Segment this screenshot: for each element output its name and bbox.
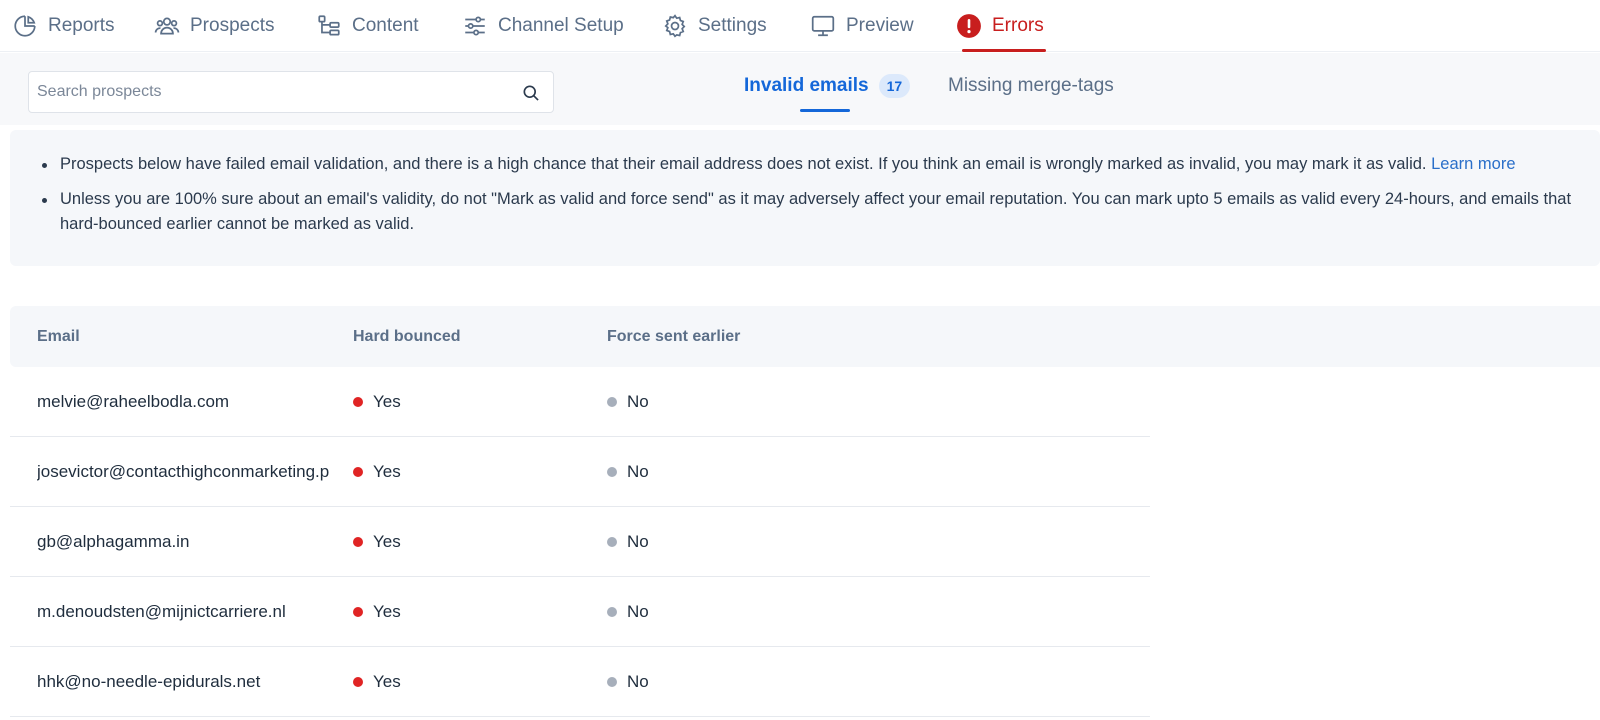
- nav-item-content[interactable]: Content: [316, 0, 419, 52]
- nav-item-preview[interactable]: Preview: [810, 0, 914, 52]
- table-header: Email Hard bounced Force sent earlier: [10, 306, 1600, 367]
- notice-text: Prospects below have failed email valida…: [60, 155, 1427, 173]
- status-dot-gray: [607, 536, 617, 547]
- status-text: Yes: [373, 531, 401, 551]
- force-sent-cell: No: [607, 507, 847, 576]
- nav-item-channel-setup[interactable]: Channel Setup: [462, 0, 624, 52]
- subtab-invalid-emails[interactable]: Invalid emails 17: [744, 60, 911, 112]
- status-text: Yes: [373, 391, 401, 411]
- email-cell: gb@alphagamma.in: [37, 531, 190, 551]
- status-dot-red: [353, 396, 363, 407]
- column-header-email: Email: [37, 327, 80, 345]
- sliders-icon: [465, 16, 485, 36]
- table-row[interactable]: josevictor@contacthighconmarketing.p Yes…: [10, 437, 1150, 507]
- search-icon[interactable]: [521, 83, 541, 103]
- status-dot-red: [353, 676, 363, 687]
- subtab-missing-merge-tags[interactable]: Missing merge-tags: [948, 60, 1114, 112]
- status-text: Yes: [373, 671, 401, 691]
- status-dot-gray: [607, 606, 617, 617]
- status-dot-red: [353, 466, 363, 477]
- nav-label: Preview: [846, 15, 914, 36]
- table-row[interactable]: hhk@no-needle-epidurals.net Yes No: [10, 647, 1150, 717]
- nav-item-settings[interactable]: Settings: [662, 0, 767, 52]
- notice-bullet: Unless you are 100% sure about an email'…: [34, 187, 1580, 237]
- status-text: No: [627, 671, 649, 691]
- validation-notice: Prospects below have failed email valida…: [10, 130, 1600, 266]
- email-cell: hhk@no-needle-epidurals.net: [37, 671, 261, 691]
- monitor-icon: [811, 15, 835, 37]
- nav-label: Errors: [992, 15, 1044, 36]
- notice-text: Unless you are 100% sure about an email'…: [60, 190, 1572, 233]
- active-tab-underline: [962, 49, 1046, 52]
- force-sent-cell: No: [607, 647, 847, 716]
- status-dot-gray: [607, 676, 617, 687]
- force-sent-cell: No: [607, 437, 847, 506]
- status-text: No: [627, 531, 649, 551]
- status-text: Yes: [373, 461, 401, 481]
- force-sent-cell: No: [607, 367, 847, 436]
- search-box[interactable]: [28, 71, 554, 113]
- status-dot-gray: [607, 396, 617, 407]
- count-badge: 17: [878, 74, 911, 98]
- table-row[interactable]: gb@alphagamma.in Yes No: [10, 507, 1150, 577]
- hard-bounced-cell: Yes: [353, 437, 593, 506]
- force-sent-cell: No: [607, 577, 847, 646]
- status-text: No: [627, 391, 649, 411]
- nav-label: Prospects: [190, 15, 275, 36]
- nav-item-errors[interactable]: Errors: [956, 0, 1052, 52]
- search-input[interactable]: [29, 72, 509, 112]
- email-cell: josevictor@contacthighconmarketing.p: [37, 461, 330, 481]
- table-row[interactable]: m.denoudsten@mijnictcarriere.nl Yes No: [10, 577, 1150, 647]
- hard-bounced-cell: Yes: [353, 577, 593, 646]
- nav-label: Settings: [698, 15, 767, 36]
- nav-label: Content: [352, 15, 419, 36]
- column-header-hard-bounced: Hard bounced: [353, 327, 461, 345]
- users-icon: [154, 17, 180, 35]
- subtab-label: Missing merge-tags: [948, 75, 1114, 96]
- gear-icon: [664, 14, 686, 38]
- subtab-label: Invalid emails: [744, 75, 869, 96]
- email-cell: melvie@raheelbodla.com: [37, 391, 230, 411]
- learn-more-link[interactable]: Learn more: [1431, 155, 1515, 173]
- top-navigation: Reports Prospects Content Channel Setup …: [0, 0, 1600, 52]
- tree-icon: [318, 15, 340, 36]
- active-subtab-underline: [800, 109, 850, 112]
- notice-bullet: Prospects below have failed email valida…: [34, 152, 1580, 177]
- status-text: Yes: [373, 601, 401, 621]
- status-dot-red: [353, 536, 363, 547]
- hard-bounced-cell: Yes: [353, 647, 593, 716]
- status-dot-gray: [607, 466, 617, 477]
- status-text: No: [627, 601, 649, 621]
- nav-item-reports[interactable]: Reports: [12, 0, 115, 52]
- hard-bounced-cell: Yes: [353, 507, 593, 576]
- status-text: No: [627, 461, 649, 481]
- table-row[interactable]: melvie@raheelbodla.com Yes No: [10, 367, 1150, 437]
- hard-bounced-cell: Yes: [353, 367, 593, 436]
- column-header-force-sent: Force sent earlier: [607, 327, 741, 345]
- alert-icon: [957, 14, 981, 38]
- nav-label: Channel Setup: [498, 15, 624, 36]
- email-cell: m.denoudsten@mijnictcarriere.nl: [37, 601, 286, 621]
- nav-item-prospects[interactable]: Prospects: [154, 0, 274, 52]
- status-dot-red: [353, 606, 363, 617]
- nav-label: Reports: [48, 15, 115, 36]
- pie-chart-icon: [14, 15, 36, 37]
